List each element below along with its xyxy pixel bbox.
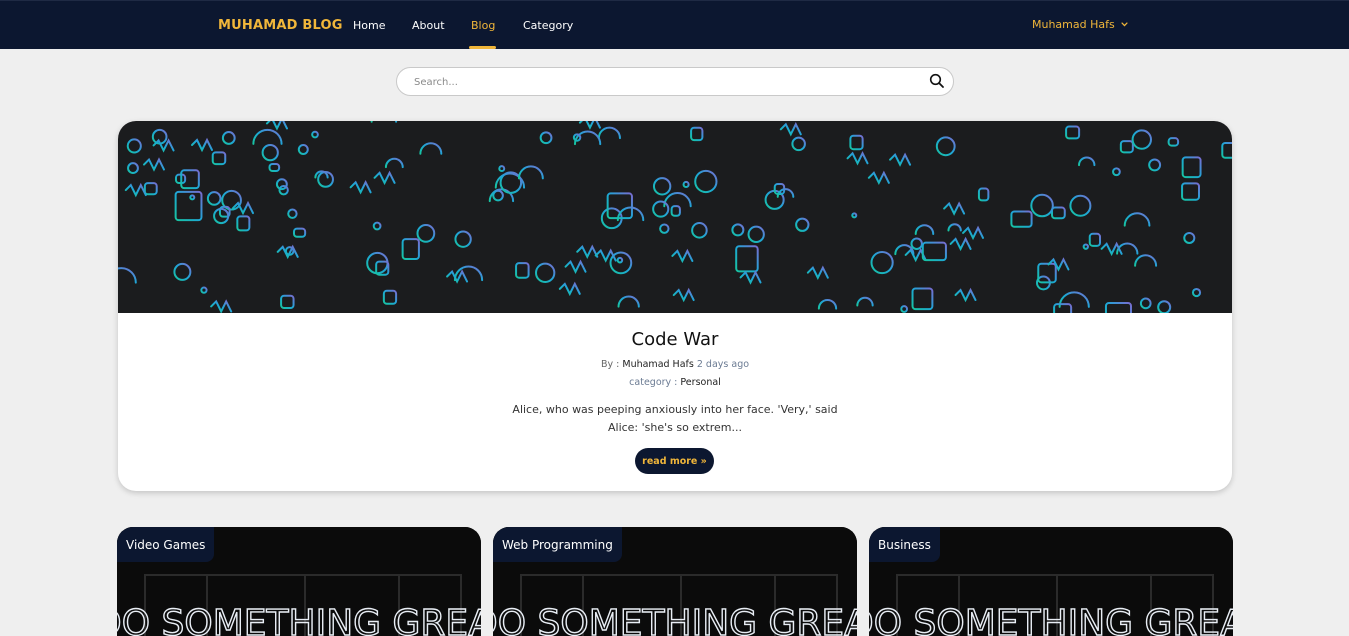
nav-link-blog[interactable]: Blog bbox=[471, 19, 495, 32]
post-category[interactable]: Personal bbox=[680, 377, 720, 388]
neon-sign-text: DO SOMETHING GREAT bbox=[869, 603, 1233, 636]
search-bar bbox=[396, 67, 954, 96]
brand-logo[interactable]: MUHAMAD BLOG bbox=[218, 18, 343, 33]
post-excerpt: Alice, who was peeping anxiously into he… bbox=[512, 403, 838, 434]
card-category-tag[interactable]: Video Games bbox=[117, 527, 215, 562]
featured-post-title[interactable]: Code War bbox=[118, 329, 1232, 350]
by-label: By : bbox=[600, 359, 620, 370]
post-meta-author: By : Muhamad Hafs 2 days ago bbox=[118, 359, 1232, 370]
nav-link-home[interactable]: Home bbox=[353, 19, 385, 32]
post-card-web-programming[interactable]: DO SOMETHING GREAT Web Programming bbox=[493, 527, 857, 636]
nav-link-category[interactable]: Category bbox=[523, 19, 573, 32]
neon-sign-text: DO SOMETHING GREAT bbox=[493, 603, 857, 636]
active-nav-indicator bbox=[469, 46, 496, 49]
card-category-tag[interactable]: Business bbox=[869, 527, 940, 562]
search-icon[interactable] bbox=[929, 73, 945, 89]
post-meta-category: category : Personal bbox=[118, 377, 1232, 388]
nav-link-about[interactable]: About bbox=[412, 19, 445, 32]
read-more-button[interactable]: read more » bbox=[635, 448, 714, 474]
search-input[interactable] bbox=[414, 74, 914, 91]
post-card-business[interactable]: DO SOMETHING GREAT Business bbox=[869, 527, 1233, 636]
user-menu[interactable]: Muhamad Hafs bbox=[1032, 18, 1128, 31]
post-card-video-games[interactable]: DO SOMETHING GREAT Video Games bbox=[117, 527, 481, 636]
neon-sign-text: DO SOMETHING GREAT bbox=[117, 603, 481, 636]
chevron-down-icon bbox=[1121, 22, 1128, 27]
featured-post-card: Code War By : Muhamad Hafs 2 days ago ca… bbox=[118, 121, 1232, 491]
post-author[interactable]: Muhamad Hafs bbox=[622, 359, 693, 370]
featured-post-image[interactable] bbox=[118, 121, 1232, 313]
post-time: 2 days ago bbox=[696, 359, 750, 370]
navbar: MUHAMAD BLOG Home About Blog Category Mu… bbox=[0, 0, 1349, 49]
card-category-tag[interactable]: Web Programming bbox=[493, 527, 622, 562]
user-name: Muhamad Hafs bbox=[1032, 18, 1115, 31]
category-label: category : bbox=[629, 377, 678, 388]
